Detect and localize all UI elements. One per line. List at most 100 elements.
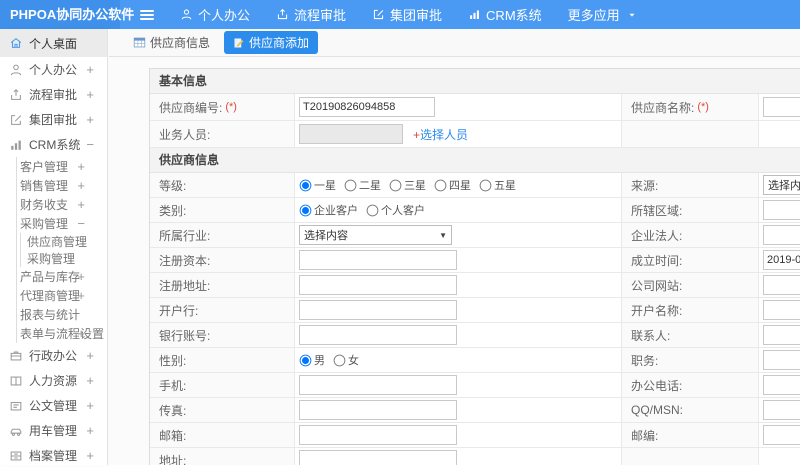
user-icon bbox=[181, 9, 192, 20]
bank-account-input[interactable] bbox=[299, 325, 457, 345]
source-select[interactable]: 选择内容▼ bbox=[763, 175, 800, 195]
crm-submenu: 客户管理 + 销售管理 + 财务收支 + 采购管理 − 供应商管理 采购管理 产品与库存… bbox=[16, 157, 107, 343]
category-option[interactable]: 个人客户 bbox=[366, 202, 425, 218]
form-row: 邮箱: 邮编: bbox=[150, 423, 800, 448]
gender-option[interactable]: 女 bbox=[333, 352, 359, 368]
region-input[interactable] bbox=[763, 200, 800, 220]
level-option[interactable]: 一星 bbox=[299, 177, 336, 193]
sidebar-item-document-mgmt[interactable]: 公文管理 + bbox=[0, 393, 107, 418]
website-input[interactable] bbox=[763, 275, 800, 295]
office-phone-input[interactable] bbox=[763, 375, 800, 395]
sidebar-item-finance[interactable]: 财务收支 + bbox=[17, 195, 107, 214]
nav-workflow-approval[interactable]: 流程审批 bbox=[276, 5, 346, 24]
region-label: 所辖区域: bbox=[622, 198, 759, 223]
email-input[interactable] bbox=[299, 425, 457, 445]
sidebar-item-purchase-mgmt[interactable]: 采购管理 − bbox=[17, 214, 107, 233]
mobile-label: 手机: bbox=[150, 373, 295, 398]
gender-option[interactable]: 男 bbox=[299, 352, 325, 368]
nav-crm[interactable]: CRM系统 bbox=[468, 5, 542, 24]
staff-input[interactable] bbox=[299, 124, 403, 144]
empty-label-cell bbox=[622, 121, 759, 148]
reg-capital-label: 注册资本: bbox=[150, 248, 295, 273]
empty-field-cell bbox=[759, 448, 800, 465]
table-icon bbox=[133, 37, 146, 48]
sidebar-item-sales-mgmt[interactable]: 销售管理 + bbox=[17, 176, 107, 195]
website-label: 公司网站: bbox=[622, 273, 759, 298]
app-logo: PHPOA协同办公软件 bbox=[0, 0, 134, 29]
sidebar-item-admin-office[interactable]: 行政办公 + bbox=[0, 343, 107, 368]
form-row: 供应商编号:(*) 供应商名称:(*) bbox=[150, 94, 800, 121]
level-option[interactable]: 二星 bbox=[344, 177, 381, 193]
level-option[interactable]: 五星 bbox=[479, 177, 516, 193]
supplier-form: 基本信息 供应商编号:(*) 供应商名称:(*) 业务人员: +选择人员 供应商… bbox=[149, 68, 800, 465]
category-label: 类别: bbox=[150, 198, 295, 223]
qq-msn-input[interactable] bbox=[763, 400, 800, 420]
form-row: 开户行: 开户名称: bbox=[150, 298, 800, 323]
sidebar-item-supplier-mgmt[interactable]: 供应商管理 bbox=[21, 233, 107, 250]
level-option[interactable]: 四星 bbox=[434, 177, 471, 193]
industry-select[interactable]: 选择内容 ▼ bbox=[299, 225, 452, 245]
mobile-input[interactable] bbox=[299, 375, 457, 395]
gender-radio-group: 男 女 bbox=[299, 352, 365, 368]
menu-toggle-icon[interactable] bbox=[140, 9, 154, 20]
supplier-name-input[interactable] bbox=[763, 97, 800, 117]
sidebar-item-desktop[interactable]: 个人桌面 bbox=[0, 29, 107, 57]
sidebar-item-personal-office[interactable]: 个人办公 + bbox=[0, 57, 107, 82]
tab-supplier-add[interactable]: 供应商添加 bbox=[224, 31, 319, 54]
tab-supplier-info-list[interactable]: 供应商信息 bbox=[133, 34, 210, 51]
form-row: 注册地址: 公司网站: bbox=[150, 273, 800, 298]
legal-person-input[interactable] bbox=[763, 225, 800, 245]
empty-label-cell bbox=[622, 448, 759, 465]
briefcase-icon bbox=[10, 351, 22, 360]
contact-input[interactable] bbox=[763, 325, 800, 345]
sidebar-item-crm[interactable]: CRM系统 − bbox=[0, 132, 107, 157]
required-mark: (*) bbox=[697, 101, 709, 113]
office-phone-label: 办公电话: bbox=[622, 373, 759, 398]
choose-staff-link[interactable]: +选择人员 bbox=[413, 126, 468, 143]
zipcode-input[interactable] bbox=[763, 425, 800, 445]
sidebar-item-group-approval[interactable]: 集团审批 + bbox=[0, 107, 107, 132]
sidebar-item-vehicle-mgmt[interactable]: 用车管理 + bbox=[0, 418, 107, 443]
sidebar-item-workflow-approval[interactable]: 流程审批 + bbox=[0, 82, 107, 107]
form-row: 手机: 办公电话: bbox=[150, 373, 800, 398]
nav-group-approval[interactable]: 集团审批 bbox=[372, 5, 442, 24]
level-option[interactable]: 三星 bbox=[389, 177, 426, 193]
top-nav: 个人办公 流程审批 集团审批 CRM系统 更多应用 bbox=[180, 5, 637, 24]
document-icon bbox=[10, 401, 22, 410]
category-radio-group: 企业客户 个人客户 bbox=[299, 202, 431, 218]
fax-label: 传真: bbox=[150, 398, 295, 423]
account-name-input[interactable] bbox=[763, 300, 800, 320]
address-input[interactable] bbox=[299, 450, 457, 465]
position-input[interactable] bbox=[763, 350, 800, 370]
sidebar-item-products-inventory[interactable]: 产品与库存 + bbox=[17, 267, 107, 286]
sidebar-item-form-flow-settings[interactable]: 表单与流程设置 + bbox=[17, 324, 107, 343]
select-arrow-icon: ▼ bbox=[439, 230, 447, 240]
email-label: 邮箱: bbox=[150, 423, 295, 448]
form-row: 注册资本: 成立时间: bbox=[150, 248, 800, 273]
nav-more-apps[interactable]: 更多应用 bbox=[568, 5, 637, 24]
bank-input[interactable] bbox=[299, 300, 457, 320]
section-header-supplier: 供应商信息 bbox=[150, 148, 800, 173]
sidebar-item-agent-mgmt[interactable]: 代理商管理 + bbox=[17, 286, 107, 305]
founded-date-input[interactable] bbox=[763, 250, 800, 270]
reg-capital-input[interactable] bbox=[299, 250, 457, 270]
fax-input[interactable] bbox=[299, 400, 457, 420]
supplier-no-input[interactable] bbox=[299, 97, 435, 117]
edit-icon bbox=[11, 114, 22, 125]
reg-address-input[interactable] bbox=[299, 275, 457, 295]
sidebar-item-reports[interactable]: 报表与统计 bbox=[17, 305, 107, 324]
category-option[interactable]: 企业客户 bbox=[299, 202, 358, 218]
car-icon bbox=[10, 428, 22, 436]
home-icon bbox=[10, 37, 22, 48]
sidebar-item-hr[interactable]: 人力资源 + bbox=[0, 368, 107, 393]
sidebar-item-purchasing[interactable]: 采购管理 bbox=[21, 250, 107, 267]
nav-personal-office[interactable]: 个人办公 bbox=[180, 5, 250, 24]
zipcode-label: 邮编: bbox=[622, 423, 759, 448]
sidebar-item-customer-mgmt[interactable]: 客户管理 + bbox=[17, 157, 107, 176]
chart-icon bbox=[470, 10, 480, 19]
sidebar-item-archive-mgmt[interactable]: 档案管理 + bbox=[0, 443, 107, 468]
address-label: 地址: bbox=[150, 448, 295, 465]
workflow-icon bbox=[277, 8, 288, 20]
form-row: 地址: bbox=[150, 448, 800, 465]
chart-icon bbox=[11, 140, 21, 150]
